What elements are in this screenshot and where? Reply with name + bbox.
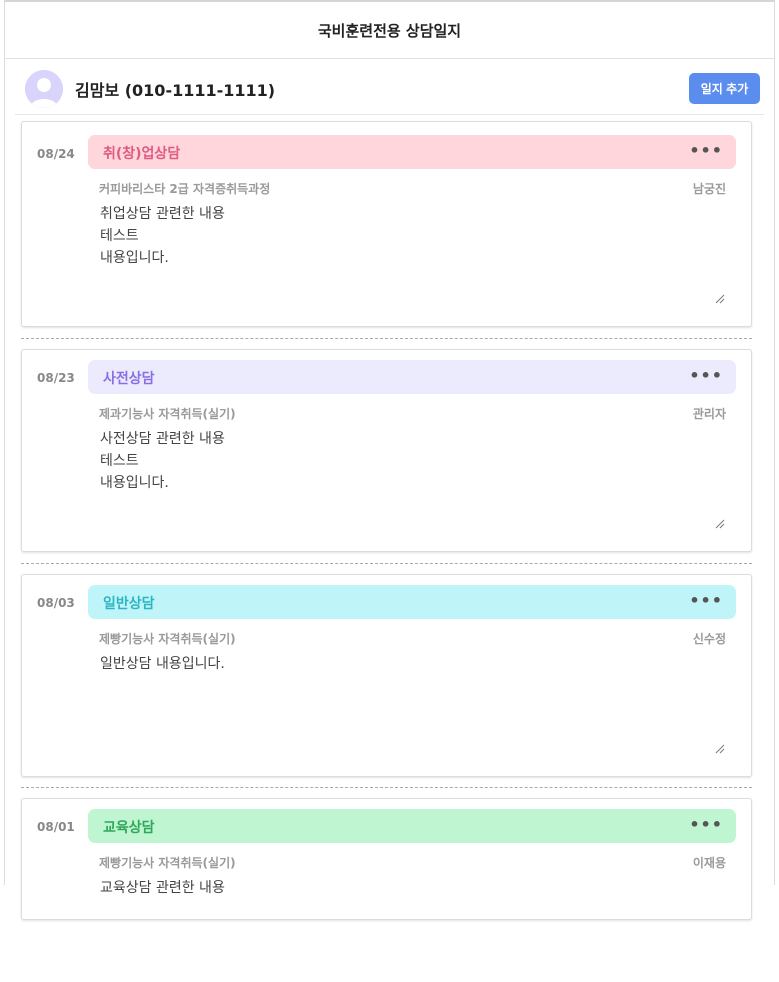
log-card: 08/23 사전상담 ••• 제과기능사 자격취득(실기) 관리자: [21, 349, 752, 552]
log-type-label: 일반상담: [103, 596, 155, 612]
ellipsis-icon[interactable]: •••: [689, 141, 723, 160]
log-type-label: 취(창)업상담: [103, 146, 181, 162]
divider: [21, 787, 752, 788]
user-name-phone: 김맘보 (010-1111-1111): [75, 81, 276, 100]
log-content-textarea[interactable]: [100, 877, 728, 982]
resize-handle-icon[interactable]: [715, 744, 725, 754]
log-course: 제빵기능사 자격취득(실기): [99, 632, 236, 646]
log-type-bar: 취(창)업상담 •••: [88, 135, 736, 169]
log-content-textarea[interactable]: [100, 203, 728, 308]
log-date: 08/01: [37, 820, 75, 834]
log-course: 커피바리스타 2급 자격증취득과정: [99, 182, 271, 196]
divider: [21, 563, 752, 564]
add-log-button[interactable]: 일지 추가: [689, 73, 760, 104]
log-course: 제빵기능사 자격취득(실기): [99, 856, 236, 870]
resize-handle-icon[interactable]: [715, 294, 725, 304]
ellipsis-icon[interactable]: •••: [689, 366, 723, 385]
resize-handle-icon[interactable]: [715, 519, 725, 529]
log-card: 08/01 교육상담 ••• 제빵기능사 자격취득(실기) 이재용: [21, 798, 752, 982]
user-avatar-icon: [25, 70, 63, 108]
log-type-label: 교육상담: [103, 820, 155, 836]
log-course: 제과기능사 자격취득(실기): [99, 407, 236, 421]
log-type-label: 사전상담: [103, 371, 155, 387]
page-title: 국비훈련전용 상담일지: [5, 2, 774, 59]
log-content-textarea[interactable]: [100, 428, 728, 533]
log-type-bar: 교육상담 •••: [88, 809, 736, 843]
log-type-bar: 일반상담 •••: [88, 585, 736, 619]
divider: [21, 338, 752, 339]
log-card: 08/24 취(창)업상담 ••• 커피바리스타 2급 자격증취득과정 남궁진: [21, 121, 752, 327]
user-header: 김맘보 (010-1111-1111) 일지 추가: [15, 57, 764, 115]
log-content-textarea[interactable]: [100, 653, 728, 758]
log-counselor: 신수정: [692, 632, 726, 646]
log-type-bar: 사전상담 •••: [88, 360, 736, 394]
log-counselor: 이재용: [692, 856, 726, 870]
log-date: 08/23: [37, 371, 75, 385]
ellipsis-icon[interactable]: •••: [689, 815, 723, 834]
log-counselor: 남궁진: [692, 182, 726, 196]
ellipsis-icon[interactable]: •••: [689, 591, 723, 610]
log-date: 08/24: [37, 147, 75, 161]
avatar: [25, 70, 63, 108]
log-counselor: 관리자: [692, 407, 726, 421]
log-card: 08/03 일반상담 ••• 제빵기능사 자격취득(실기) 신수정: [21, 574, 752, 777]
log-date: 08/03: [37, 596, 75, 610]
